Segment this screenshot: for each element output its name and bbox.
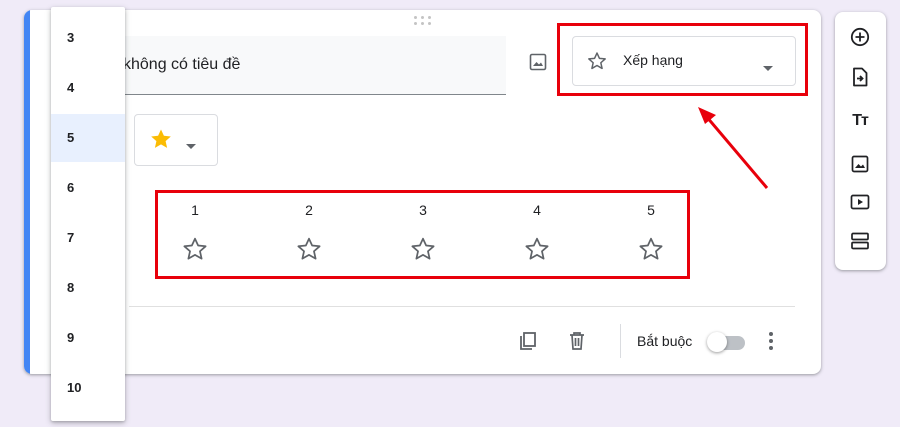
annotation-arrow-icon (698, 107, 769, 189)
